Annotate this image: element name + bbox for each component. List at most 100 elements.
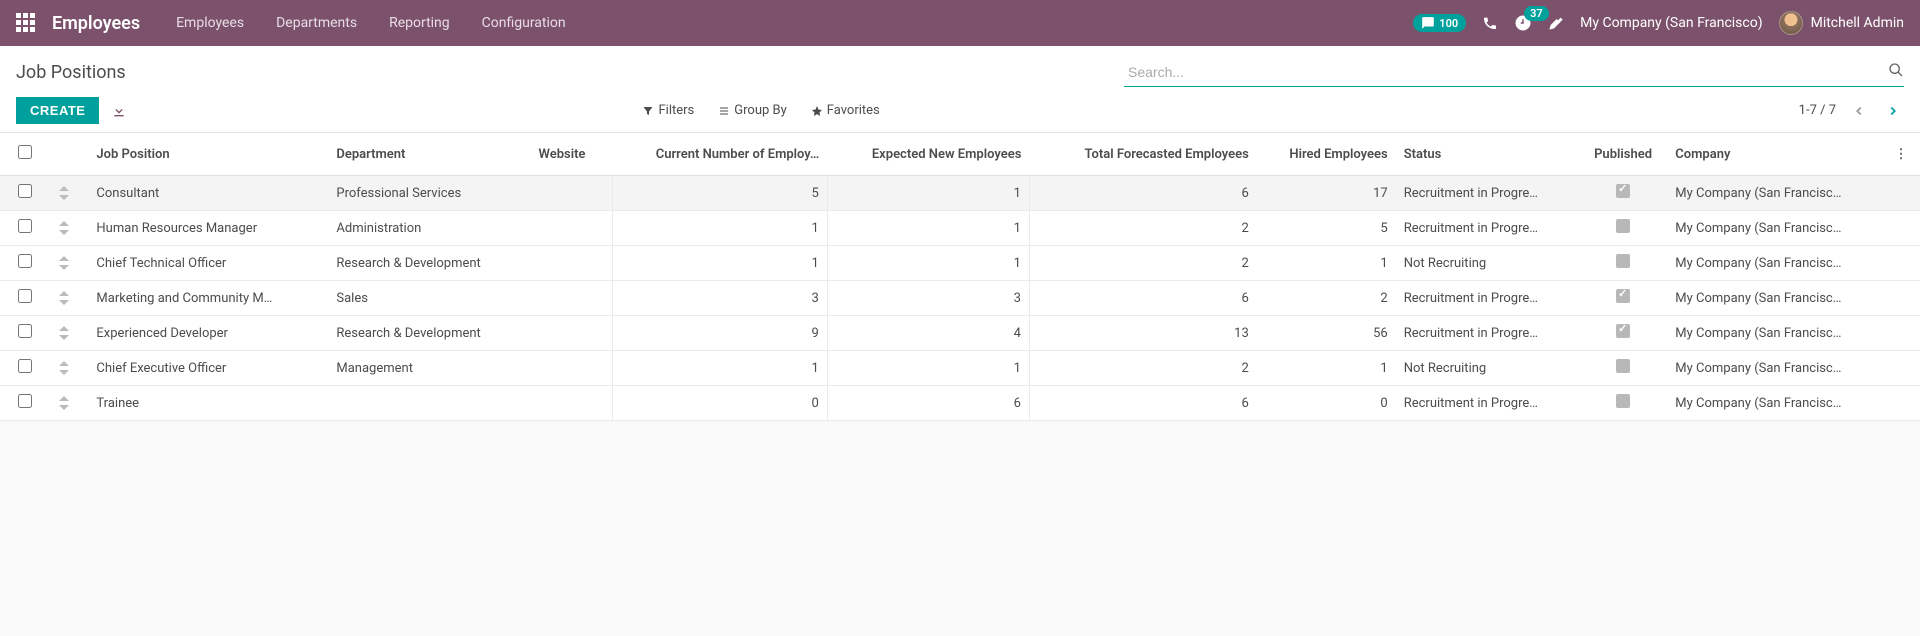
- cell-company: My Company (San Francisc…: [1667, 176, 1882, 211]
- sort-icon: [59, 361, 69, 375]
- cell-expected: 1: [827, 176, 1029, 211]
- row-checkbox[interactable]: [18, 219, 32, 233]
- list-view: Job Position Department Website Current …: [0, 133, 1920, 421]
- col-department[interactable]: Department: [328, 133, 530, 176]
- cell-published[interactable]: [1579, 211, 1667, 246]
- sort-icon: [59, 256, 69, 270]
- cell-job-position: Chief Executive Officer: [88, 351, 328, 386]
- cell-published[interactable]: [1579, 176, 1667, 211]
- cell-published[interactable]: [1579, 281, 1667, 316]
- cell-job-position: Human Resources Manager: [88, 211, 328, 246]
- col-published[interactable]: Published: [1579, 133, 1667, 176]
- cell-company: My Company (San Francisc…: [1667, 351, 1882, 386]
- col-job-position[interactable]: Job Position: [88, 133, 328, 176]
- row-checkbox[interactable]: [18, 324, 32, 338]
- cell-website: [530, 176, 612, 211]
- row-checkbox[interactable]: [18, 394, 32, 408]
- star-icon: [811, 105, 823, 117]
- cell-website: [530, 316, 612, 351]
- nav-item-departments[interactable]: Departments: [260, 0, 373, 46]
- pager-next-button[interactable]: [1882, 100, 1904, 122]
- cell-job-position: Experienced Developer: [88, 316, 328, 351]
- cell-forecasted: 6: [1029, 281, 1256, 316]
- col-forecasted-employees[interactable]: Total Forecasted Employees: [1029, 133, 1256, 176]
- activities-button[interactable]: 37: [1514, 14, 1532, 32]
- cell-website: [530, 246, 612, 281]
- app-brand[interactable]: Employees: [52, 13, 140, 34]
- filters-label: Filters: [658, 103, 694, 118]
- sort-icon: [59, 221, 69, 235]
- cell-hired: 0: [1257, 386, 1396, 421]
- table-row[interactable]: Chief Technical Officer Research & Devel…: [0, 246, 1920, 281]
- cell-department: Research & Development: [328, 316, 530, 351]
- phone-button[interactable]: [1482, 15, 1498, 31]
- control-panel: Job Positions CREATE Filters Group By Fa…: [0, 46, 1920, 133]
- tools-icon: [1548, 15, 1564, 31]
- groupby-button[interactable]: Group By: [718, 103, 787, 118]
- pager-prev-button[interactable]: [1848, 100, 1870, 122]
- cell-website: [530, 351, 612, 386]
- groupby-label: Group By: [734, 103, 787, 118]
- phone-icon: [1482, 15, 1498, 31]
- nav-menu: Employees Departments Reporting Configur…: [160, 0, 582, 46]
- table-row[interactable]: Experienced Developer Research & Develop…: [0, 316, 1920, 351]
- drag-handle[interactable]: [51, 386, 89, 421]
- col-company[interactable]: Company: [1667, 133, 1882, 176]
- messages-button[interactable]: 100: [1413, 14, 1466, 32]
- col-expected-employees[interactable]: Expected New Employees: [827, 133, 1029, 176]
- table-row[interactable]: Chief Executive Officer Management 1 1 2…: [0, 351, 1920, 386]
- filters-button[interactable]: Filters: [642, 103, 694, 118]
- top-navbar: Employees Employees Departments Reportin…: [0, 0, 1920, 46]
- pager-text[interactable]: 1-7 / 7: [1799, 103, 1836, 118]
- cell-expected: 1: [827, 351, 1029, 386]
- row-checkbox[interactable]: [18, 254, 32, 268]
- col-current-employees[interactable]: Current Number of Employ…: [613, 133, 828, 176]
- cell-company: My Company (San Francisc…: [1667, 386, 1882, 421]
- nav-item-employees[interactable]: Employees: [160, 0, 260, 46]
- search-input[interactable]: [1124, 58, 1904, 87]
- row-checkbox[interactable]: [18, 359, 32, 373]
- sort-icon: [59, 186, 69, 200]
- cell-current: 9: [613, 316, 828, 351]
- drag-handle[interactable]: [51, 351, 89, 386]
- cell-company: My Company (San Francisc…: [1667, 316, 1882, 351]
- col-hired-employees[interactable]: Hired Employees: [1257, 133, 1396, 176]
- table-row[interactable]: Human Resources Manager Administration 1…: [0, 211, 1920, 246]
- cell-published[interactable]: [1579, 351, 1667, 386]
- nav-item-reporting[interactable]: Reporting: [373, 0, 466, 46]
- search-button[interactable]: [1888, 62, 1904, 78]
- drag-handle[interactable]: [51, 211, 89, 246]
- cell-job-position: Marketing and Community M…: [88, 281, 328, 316]
- favorites-label: Favorites: [827, 103, 880, 118]
- favorites-button[interactable]: Favorites: [811, 103, 880, 118]
- table-row[interactable]: Marketing and Community M… Sales 3 3 6 2…: [0, 281, 1920, 316]
- cell-status: Not Recruiting: [1396, 246, 1579, 281]
- cell-department: [328, 386, 530, 421]
- debug-button[interactable]: [1548, 15, 1564, 31]
- cell-published[interactable]: [1579, 246, 1667, 281]
- drag-handle[interactable]: [51, 176, 89, 211]
- apps-icon[interactable]: [16, 13, 36, 33]
- user-menu[interactable]: Mitchell Admin: [1779, 11, 1904, 35]
- nav-right: 100 37 My Company (San Francisco) Mitche…: [1413, 11, 1904, 35]
- row-checkbox[interactable]: [18, 289, 32, 303]
- drag-handle[interactable]: [51, 281, 89, 316]
- cell-published[interactable]: [1579, 316, 1667, 351]
- import-button[interactable]: [111, 103, 127, 119]
- drag-handle[interactable]: [51, 316, 89, 351]
- col-website[interactable]: Website: [530, 133, 612, 176]
- drag-handle[interactable]: [51, 246, 89, 281]
- create-button[interactable]: CREATE: [16, 97, 99, 124]
- cell-forecasted: 2: [1029, 211, 1256, 246]
- nav-item-configuration[interactable]: Configuration: [466, 0, 582, 46]
- column-options-button[interactable]: ⋮: [1882, 133, 1920, 176]
- cell-forecasted: 2: [1029, 351, 1256, 386]
- cell-status: Recruitment in Progre…: [1396, 386, 1579, 421]
- company-switcher[interactable]: My Company (San Francisco): [1580, 15, 1762, 31]
- cell-published[interactable]: [1579, 386, 1667, 421]
- row-checkbox[interactable]: [18, 184, 32, 198]
- select-all-checkbox[interactable]: [18, 145, 32, 159]
- table-row[interactable]: Trainee 0 6 6 0 Recruitment in Progre… M…: [0, 386, 1920, 421]
- col-status[interactable]: Status: [1396, 133, 1579, 176]
- table-row[interactable]: Consultant Professional Services 5 1 6 1…: [0, 176, 1920, 211]
